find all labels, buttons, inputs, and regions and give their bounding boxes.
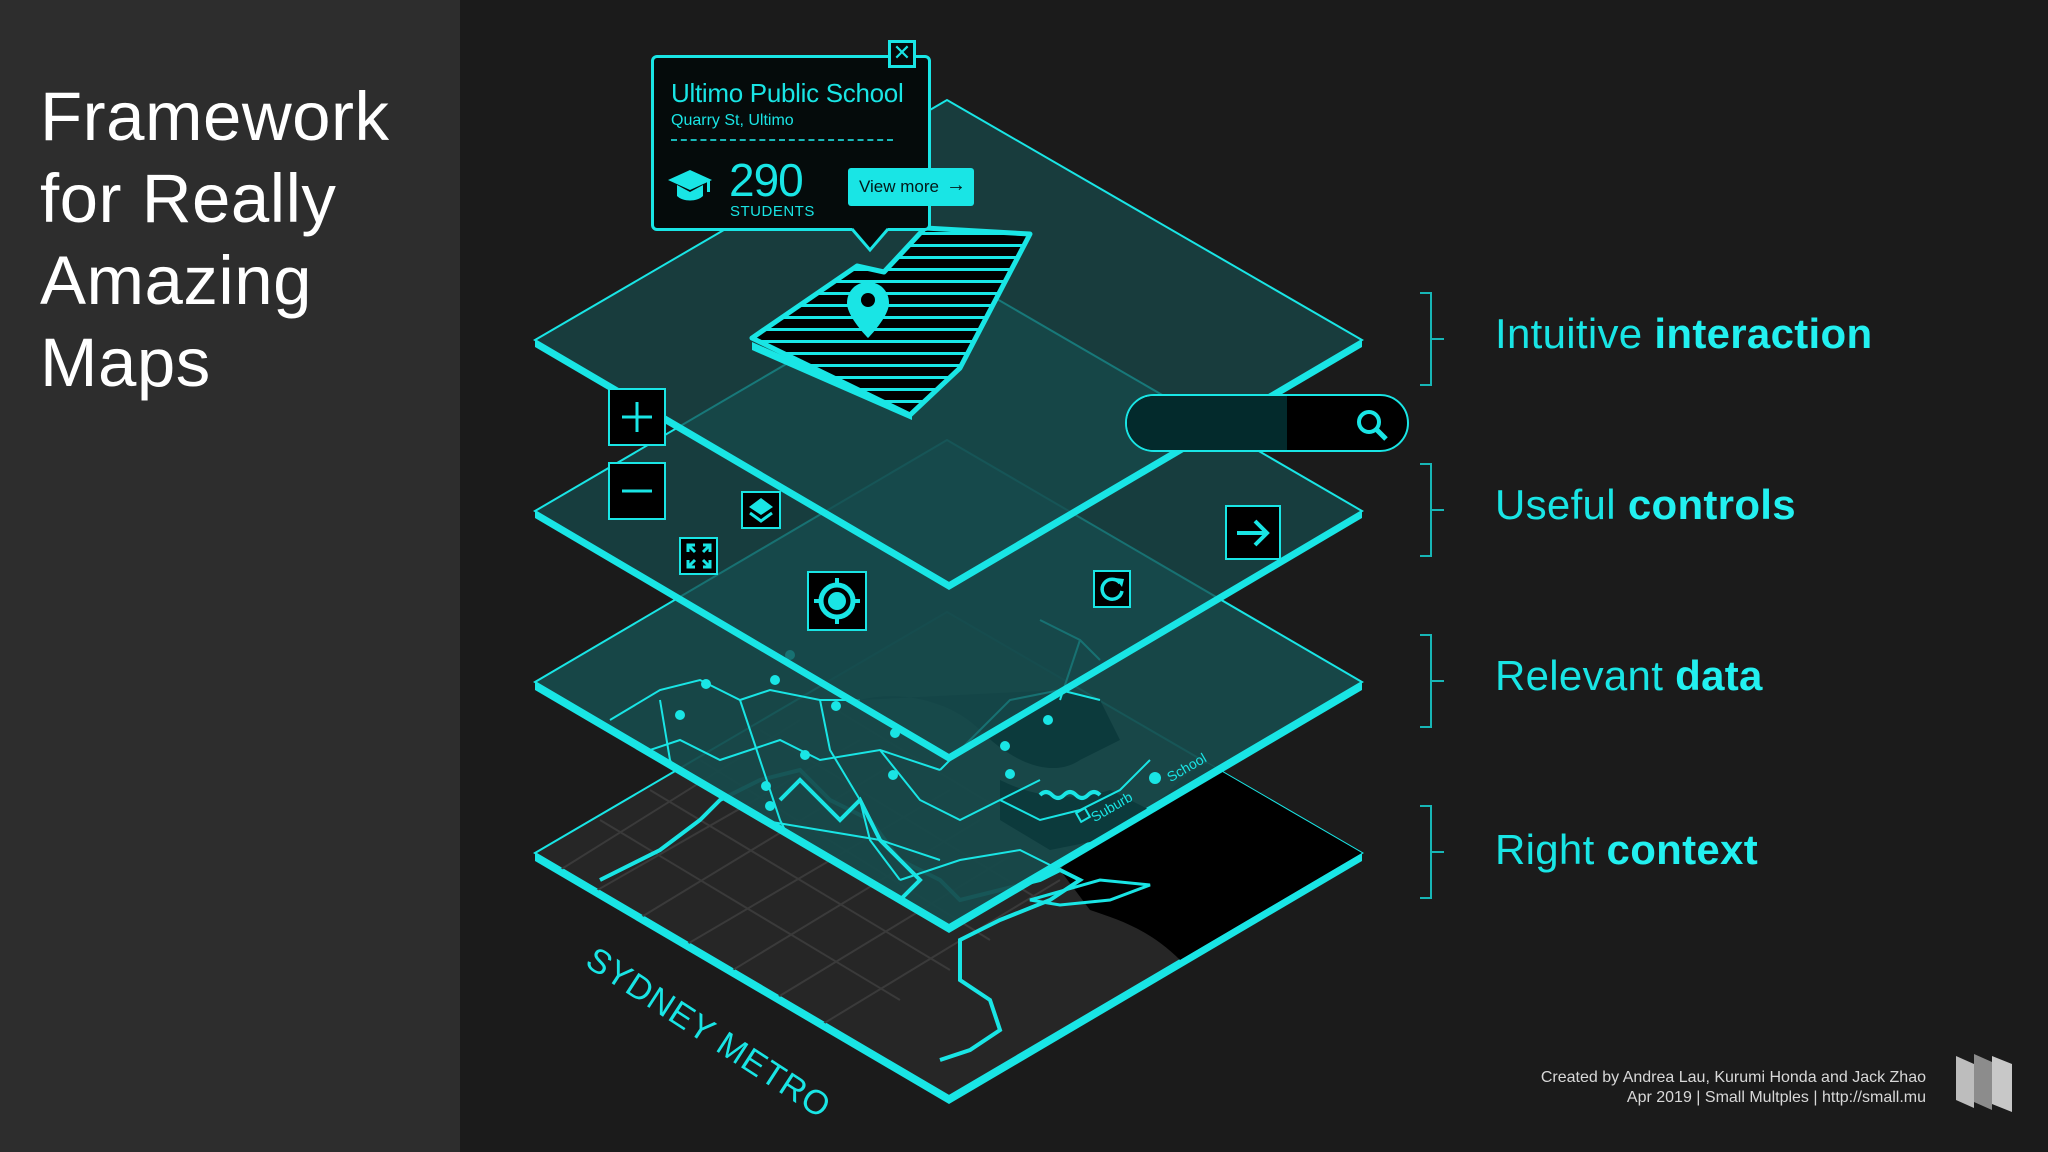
minus-icon: [622, 489, 652, 493]
layer-stack-diagram: [533, 98, 1364, 1104]
zoom-out-button[interactable]: [608, 462, 666, 520]
school-dot: [701, 679, 711, 689]
popup-address: Quarry St, Ultimo: [671, 112, 794, 129]
school-dot: [800, 750, 810, 760]
popup-school-name: Ultimo Public School: [671, 78, 904, 108]
label-relevant-data: Relevant data: [1495, 652, 1763, 699]
school-dot: [831, 701, 841, 711]
student-count: 290: [729, 154, 804, 206]
bracket-controls: [1420, 463, 1444, 557]
popup-divider: [671, 139, 893, 141]
locate-icon: [814, 578, 860, 624]
fullscreen-icon: [686, 543, 711, 569]
small-multiples-logo: [1956, 1054, 2012, 1112]
school-dot: [761, 781, 771, 791]
arrow-right-icon: [1237, 519, 1270, 546]
school-dot: [888, 770, 898, 780]
graduation-cap-icon: [668, 170, 712, 201]
school-dot: [1005, 769, 1015, 779]
search-icon[interactable]: [1355, 408, 1389, 442]
next-button[interactable]: [1225, 505, 1281, 560]
zoom-in-button[interactable]: [608, 388, 666, 446]
view-more-button[interactable]: View more →: [848, 168, 974, 206]
label-right-context: Right context: [1495, 826, 1758, 873]
refresh-button[interactable]: [1093, 570, 1131, 608]
arrow-right-icon: →: [946, 174, 966, 196]
layers-icon: [749, 498, 773, 523]
close-button[interactable]: ✕: [888, 40, 916, 68]
plus-icon: [622, 402, 652, 432]
school-dot: [1149, 772, 1161, 784]
refresh-icon: [1100, 577, 1124, 601]
locate-button[interactable]: [807, 571, 867, 631]
label-intuitive-interaction: Intuitive interaction: [1495, 310, 1873, 357]
popup-pointer: [850, 228, 890, 253]
school-dot: [675, 710, 685, 720]
credits-authors: Created by Andrea Lau, Kurumi Honda and …: [1540, 1069, 1926, 1086]
school-dot: [1000, 741, 1010, 751]
view-more-label: View more: [859, 177, 939, 196]
layers-button[interactable]: [741, 491, 781, 529]
close-icon: ✕: [892, 40, 912, 65]
bracket-data: [1420, 634, 1444, 728]
student-count-unit: STUDENTS: [730, 203, 815, 220]
credits-source: Apr 2019 | Small Multples | http://small…: [1626, 1089, 1926, 1106]
school-dot: [765, 801, 775, 811]
school-dot: [1043, 715, 1053, 725]
bracket-interaction: [1420, 292, 1444, 386]
school-dot: [770, 675, 780, 685]
bracket-context: [1420, 805, 1444, 899]
credits: Created by Andrea Lau, Kurumi Honda and …: [1541, 1068, 1926, 1108]
search-input[interactable]: [1125, 394, 1409, 452]
label-useful-controls: Useful controls: [1495, 481, 1796, 528]
fullscreen-button[interactable]: [679, 537, 718, 575]
